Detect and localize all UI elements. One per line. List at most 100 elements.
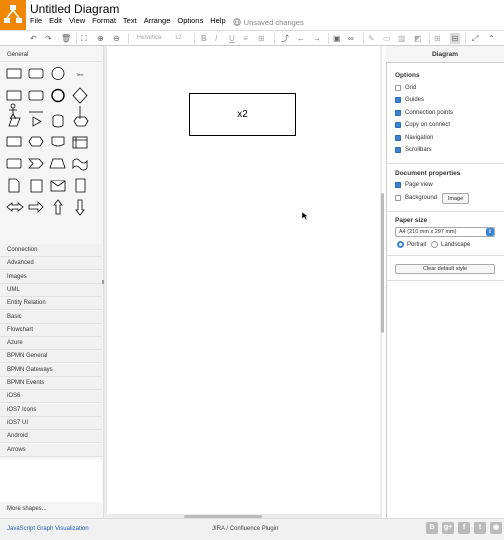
portrait-radio[interactable]: Portrait	[397, 241, 426, 248]
menu-bar: File Edit View Format Text Arrange Optio…	[30, 16, 318, 28]
section-bpmn-events[interactable]: BPMN Events	[0, 377, 102, 390]
github-icon[interactable]: ◉	[490, 522, 502, 534]
image-button[interactable]: Image	[442, 193, 469, 204]
menu-format[interactable]: Format	[92, 16, 116, 28]
bold-icon[interactable]: B	[201, 33, 207, 44]
page-view-label: Page view	[405, 182, 433, 188]
collapse-icon[interactable]: ⌃	[488, 33, 495, 44]
arrow-end-icon[interactable]: →	[313, 33, 321, 44]
background-label: Background	[405, 195, 438, 201]
javascript-graph-link[interactable]: JavaScript Graph Visualization	[7, 526, 89, 532]
image-icon[interactable]: ▣	[333, 33, 341, 44]
section-android[interactable]: Android	[0, 430, 102, 444]
document-title[interactable]: Untitled Diagram	[30, 2, 119, 16]
font-family-select[interactable]: Helvetica	[133, 33, 165, 44]
align-icon[interactable]: ≡	[243, 33, 248, 44]
option-label: Scrollbars	[405, 147, 432, 153]
twitter-icon[interactable]: t	[474, 522, 486, 534]
shape-label: x2	[237, 109, 248, 120]
format-panel	[386, 46, 504, 518]
scrollbars-checkbox[interactable]: Scrollbars	[395, 147, 432, 153]
undo-icon[interactable]: ↶	[30, 33, 37, 44]
fill-color-icon[interactable]: ✎	[368, 33, 375, 44]
guides-checkbox[interactable]: Guides	[395, 97, 425, 104]
font-size-input[interactable]: 12	[172, 33, 184, 44]
paper-size-select[interactable]: A4 (210 mm x 297 mm) ⇕	[395, 227, 495, 237]
section-ios7-icons[interactable]: iOS7 Icons	[0, 403, 102, 417]
section-basic[interactable]: Basic	[0, 310, 102, 324]
section-entity-relation[interactable]: Entity Relation	[0, 297, 102, 311]
background-checkbox[interactable]: Background	[395, 195, 437, 201]
shapes-sidebar: General Text Connection Advanced Images …	[0, 46, 104, 518]
grid-checkbox[interactable]: Grid	[395, 85, 416, 91]
google-plus-icon[interactable]: g+	[442, 522, 454, 534]
waypoint-icon[interactable]: ⤴	[281, 33, 289, 44]
section-bpmn-general[interactable]: BPMN General	[0, 350, 102, 364]
paper-size-value: A4 (210 mm x 297 mm)	[399, 229, 457, 235]
connection-points-checkbox[interactable]: Connection points	[395, 109, 454, 116]
menu-options[interactable]: Options	[177, 16, 203, 28]
format-panel-icon[interactable]: ⊟	[450, 33, 460, 44]
zoom-in-icon[interactable]: ⊕	[97, 33, 104, 44]
navigation-checkbox[interactable]: Navigation	[395, 134, 434, 141]
line-color-icon[interactable]: ▭	[383, 33, 391, 44]
section-uml[interactable]: UML	[0, 283, 102, 297]
option-label: Guides	[405, 97, 425, 104]
menu-arrange[interactable]: Arrange	[144, 16, 171, 28]
options-title: Options	[395, 72, 420, 79]
underline-icon[interactable]: U	[229, 33, 235, 44]
fullscreen-icon[interactable]: ⤢	[472, 33, 478, 44]
redo-icon[interactable]: ↷	[45, 33, 52, 44]
section-ios7-ui[interactable]: iOS7 UI	[0, 416, 102, 430]
section-azure[interactable]: Azure	[0, 337, 102, 351]
option-label: Copy on connect	[405, 122, 451, 129]
gradient-icon[interactable]: ▥	[398, 33, 406, 44]
italic-icon[interactable]: I	[215, 33, 217, 44]
format-panel-header[interactable]: Diagram	[386, 46, 504, 63]
more-shapes-link[interactable]: More shapes...	[0, 503, 102, 516]
position-icon[interactable]: ⊞	[258, 33, 265, 44]
section-ios6[interactable]: iOS6	[0, 390, 102, 404]
option-label: Navigation	[405, 134, 434, 141]
drawio-logo-icon	[0, 0, 26, 30]
menu-help[interactable]: Help	[210, 16, 225, 28]
option-label: Grid	[405, 85, 417, 91]
outline-icon[interactable]: ⊞	[434, 33, 441, 44]
page-view-checkbox[interactable]: Page view	[395, 182, 433, 188]
delete-icon[interactable]: 🗑	[61, 33, 71, 44]
shadow-icon[interactable]: ◩	[414, 33, 422, 44]
section-general[interactable]: General	[0, 49, 102, 62]
menu-file[interactable]: File	[30, 16, 42, 28]
unsaved-text: Unsaved changes	[243, 17, 304, 27]
globe-icon[interactable]	[232, 18, 241, 26]
mouse-cursor-icon	[301, 211, 309, 221]
menu-text[interactable]: Text	[123, 16, 137, 28]
copy-on-connect-checkbox[interactable]: Copy on connect	[395, 122, 451, 129]
section-connection[interactable]: Connection	[0, 244, 102, 257]
unsaved-status: Unsaved changes	[232, 16, 311, 28]
menu-edit[interactable]: Edit	[49, 16, 62, 28]
toolbar: ↶ ↷ 🗑 ⛶ ⊕ ⊖ Helvetica 12 B I U ≡ ⊞ ⤴ ← →…	[0, 30, 504, 46]
paper-size-title: Paper size	[395, 217, 428, 224]
vertical-scrollbar[interactable]	[381, 193, 384, 333]
clear-default-style-button[interactable]: Clear default style	[395, 264, 495, 274]
section-arrows[interactable]: Arrows	[0, 443, 102, 457]
document-properties-title: Document properties	[395, 170, 461, 177]
section-advanced[interactable]: Advanced	[0, 257, 102, 271]
landscape-radio[interactable]: Landscape	[431, 241, 470, 248]
section-flowchart[interactable]: Flowchart	[0, 323, 102, 337]
text-shape-label: Text	[76, 72, 84, 77]
blogger-icon[interactable]: B	[426, 522, 438, 534]
facebook-icon[interactable]: f	[458, 522, 470, 534]
diagram-rectangle-shape[interactable]: x2	[189, 93, 296, 136]
fit-icon[interactable]: ⛶	[81, 33, 87, 44]
menu-view[interactable]: View	[69, 16, 85, 28]
jira-plugin-link[interactable]: JIRA / Confluence Plugin	[212, 526, 278, 532]
link-icon[interactable]: ∞	[348, 33, 354, 44]
option-label: Connection points	[405, 109, 454, 116]
zoom-out-icon[interactable]: ⊖	[113, 33, 120, 44]
section-bpmn-gateways[interactable]: BPMN Gateways	[0, 363, 102, 377]
arrow-start-icon[interactable]: ←	[297, 33, 305, 44]
select-arrow-icon: ⇕	[486, 228, 494, 236]
section-images[interactable]: Images	[0, 270, 102, 284]
